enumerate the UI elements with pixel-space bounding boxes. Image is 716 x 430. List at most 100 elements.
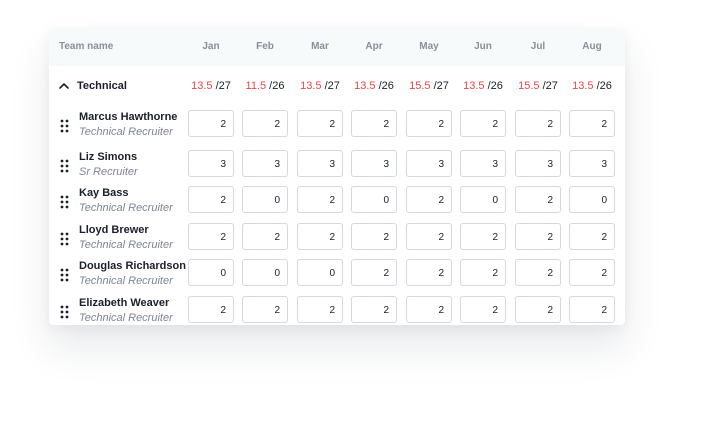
member-name: Marcus Hawthorne [79,111,178,123]
allocation-input-mar[interactable]: 2 [297,223,343,250]
capacity-total: /26 [487,80,503,92]
allocation-input-jun[interactable]: 2 [460,296,506,323]
allocation-input-feb[interactable]: 2 [242,110,288,137]
capacity-total: /27 [542,80,558,92]
allocation-input-apr[interactable]: 2 [351,110,397,137]
capacity-total: /27 [215,80,231,92]
allocation-input-may[interactable]: 2 [406,110,452,137]
month-header-aug: Aug [582,41,602,52]
capacity-total: /27 [324,80,340,92]
allocation-input-feb[interactable]: 2 [242,223,288,250]
member-role: Sr Recruiter [79,166,138,178]
allocation-input-mar[interactable]: 0 [297,259,343,286]
team-name-header: Team name [59,41,114,52]
group-capacity: 15.5 /27 [403,80,455,92]
group-capacity: 13.5 /26 [457,80,509,92]
allocation-input-may[interactable]: 2 [406,186,452,213]
allocation-input-jun[interactable]: 0 [460,186,506,213]
allocation-input-jun[interactable]: 2 [460,259,506,286]
allocation-input-jul[interactable]: 2 [515,296,561,323]
allocation-input-jan[interactable]: 2 [188,110,234,137]
drag-handle-icon[interactable] [60,305,70,319]
allocation-input-jul[interactable]: 2 [515,223,561,250]
allocation-input-jun[interactable]: 3 [460,150,506,177]
month-header-jan: Jan [202,41,220,52]
allocation-input-feb[interactable]: 3 [242,150,288,177]
group-capacity: 11.5 /26 [239,80,291,92]
capacity-used: 13.5 [354,80,376,92]
allocation-input-may[interactable]: 2 [406,223,452,250]
member-role: Technical Recruiter [79,239,173,251]
group-capacity: 13.5 /26 [348,80,400,92]
member-role: Technical Recruiter [79,126,173,138]
allocation-input-apr[interactable]: 0 [351,186,397,213]
allocation-input-may[interactable]: 2 [406,259,452,286]
allocation-input-aug[interactable]: 2 [569,296,615,323]
allocation-input-jul[interactable]: 2 [515,110,561,137]
allocation-input-feb[interactable]: 0 [242,186,288,213]
allocation-input-aug[interactable]: 2 [569,110,615,137]
drag-handle-icon[interactable] [60,119,70,133]
month-header-may: May [419,41,439,52]
allocation-input-apr[interactable]: 3 [351,150,397,177]
chevron-up-icon[interactable] [58,81,70,91]
drag-handle-icon[interactable] [60,232,70,246]
table-row: Douglas Richardson Technical Recruiter 0 0 0… [49,259,625,295]
group-capacity: 15.5 /27 [512,80,564,92]
allocation-input-aug[interactable]: 2 [569,259,615,286]
allocation-input-jul[interactable]: 3 [515,150,561,177]
member-role: Technical Recruiter [79,275,173,287]
capacity-used: 13.5 [300,80,322,92]
capacity-used: 11.5 [245,80,267,92]
allocation-input-mar[interactable]: 2 [297,296,343,323]
allocation-input-jan[interactable]: 2 [188,223,234,250]
table-header: Team name Jan Feb Mar Apr May Jun Jul Aug [49,28,625,66]
member-role: Technical Recruiter [79,312,173,324]
member-name: Douglas Richardson [79,260,186,272]
table-row: Marcus Hawthorne Technical Recruiter 2 2 2 2 2… [49,110,625,146]
member-name: Lloyd Brewer [79,224,149,236]
group-row-technical: Technical 13.5 /27 11.5 /26 13.5 /27 13.5 /… [49,66,625,106]
allocation-input-feb[interactable]: 0 [242,259,288,286]
group-capacity: 13.5 /26 [566,80,618,92]
allocation-input-jan[interactable]: 2 [188,296,234,323]
group-name: Technical [77,80,127,92]
allocation-input-jul[interactable]: 2 [515,186,561,213]
month-header-jun: Jun [474,41,492,52]
group-capacity: 13.5 /27 [185,80,237,92]
month-header-apr: Apr [365,41,383,52]
allocation-input-mar[interactable]: 3 [297,150,343,177]
drag-handle-icon[interactable] [60,159,70,173]
allocation-input-apr[interactable]: 2 [351,296,397,323]
capacity-used: 13.5 [572,80,594,92]
allocation-input-apr[interactable]: 2 [351,259,397,286]
drag-handle-icon[interactable] [60,268,70,282]
allocation-input-aug[interactable]: 3 [569,150,615,177]
allocation-input-feb[interactable]: 2 [242,296,288,323]
table-row: Lloyd Brewer Technical Recruiter 2 2 2 2 2 2 2 2 [49,223,625,259]
member-role: Technical Recruiter [79,202,173,214]
allocation-input-jun[interactable]: 2 [460,110,506,137]
allocation-input-jan[interactable]: 0 [188,259,234,286]
member-name: Liz Simons [79,151,138,163]
capacity-used: 15.5 [409,80,431,92]
allocation-input-jan[interactable]: 3 [188,150,234,177]
allocation-input-jul[interactable]: 2 [515,259,561,286]
allocation-input-may[interactable]: 3 [406,150,452,177]
month-header-mar: Mar [311,41,329,52]
allocation-input-may[interactable]: 2 [406,296,452,323]
drag-handle-icon[interactable] [60,195,70,209]
allocation-input-aug[interactable]: 0 [569,186,615,213]
allocation-input-jun[interactable]: 2 [460,223,506,250]
allocation-input-mar[interactable]: 2 [297,186,343,213]
month-header-jul: Jul [530,41,546,52]
capacity-used: 13.5 [463,80,485,92]
allocation-input-jan[interactable]: 2 [188,186,234,213]
table-row: Elizabeth Weaver Technical Recruiter 2 2 2 2 2… [49,296,625,332]
capacity-total: /26 [269,80,285,92]
allocation-input-apr[interactable]: 2 [351,223,397,250]
capacity-used: 15.5 [518,80,540,92]
allocation-input-mar[interactable]: 2 [297,110,343,137]
allocation-input-aug[interactable]: 2 [569,223,615,250]
capacity-total: /26 [596,80,612,92]
